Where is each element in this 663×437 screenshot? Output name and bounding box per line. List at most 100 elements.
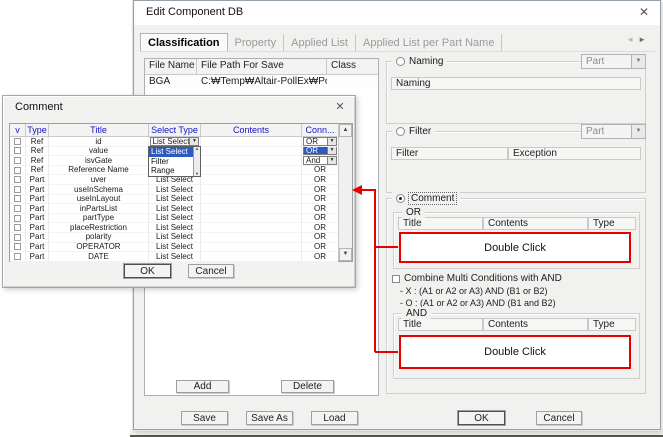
scroll-up-icon[interactable]: ▲ — [339, 124, 352, 137]
vertical-scrollbar[interactable]: ▲ ▼ — [338, 124, 352, 261]
title-bar[interactable]: Edit Component DB ✕ — [134, 1, 660, 25]
col-type[interactable]: Type — [26, 124, 49, 137]
conn-combo[interactable]: OR▼ — [303, 147, 337, 156]
col-file-path[interactable]: File Path For Save — [197, 59, 327, 74]
filter-radio[interactable] — [396, 127, 405, 136]
row-checkbox[interactable] — [14, 138, 21, 145]
dropdown-option[interactable]: Filter — [149, 157, 193, 167]
comment-radio[interactable] — [396, 194, 405, 203]
row-check-cell — [10, 233, 26, 243]
row-conn-cell: OR — [302, 195, 338, 205]
col-select-type[interactable]: Select Type — [149, 124, 201, 137]
col-class[interactable]: Class — [327, 59, 378, 74]
select-type-combo[interactable]: List Select▼ — [150, 137, 200, 146]
comment-cancel-button[interactable]: Cancel — [188, 264, 234, 278]
exception-list-header[interactable]: Exception — [508, 147, 641, 160]
col-conn[interactable]: Conn... — [302, 124, 338, 137]
filter-label: Filter — [409, 126, 431, 137]
naming-list-header[interactable]: Naming — [391, 77, 641, 90]
naming-scope-combo[interactable]: Part ▼ — [581, 54, 646, 69]
and-double-click-area[interactable]: Double Click — [399, 335, 631, 369]
row-checkbox[interactable] — [14, 224, 21, 231]
tab-classification[interactable]: Classification — [140, 33, 228, 51]
and-col-contents[interactable]: Contents — [483, 318, 588, 331]
row-check-cell — [10, 185, 26, 195]
col-contents[interactable]: Contents — [201, 124, 302, 137]
file-table-row[interactable]: BGA C:₩Temp₩Altair-PollEx₩PollExDFM' — [145, 75, 378, 88]
filter-list-header[interactable]: Filter — [391, 147, 508, 160]
or-double-click-area[interactable]: Double Click — [399, 232, 631, 263]
row-checkbox[interactable] — [14, 147, 21, 154]
comment-table-row[interactable]: PartuseInSchemaList SelectOR — [10, 185, 352, 195]
chevron-down-icon[interactable]: ▼ — [631, 125, 645, 138]
dropdown-scrollbar[interactable]: ▲▼ — [193, 147, 200, 176]
cancel-button[interactable]: Cancel — [536, 411, 582, 425]
close-icon[interactable]: ✕ — [332, 99, 348, 115]
comment-table-row[interactable]: PartDATEList SelectOR — [10, 252, 352, 262]
comment-table-row[interactable]: PartplaceRestrictionList SelectOR — [10, 223, 352, 233]
row-checkbox[interactable] — [14, 234, 21, 241]
and-col-title[interactable]: Title — [398, 318, 483, 331]
chevron-down-icon[interactable]: ▼ — [631, 55, 645, 68]
filter-scope-combo[interactable]: Part ▼ — [581, 124, 646, 139]
tab-scroll-left-icon[interactable]: ◄ — [626, 35, 638, 44]
row-check-cell — [10, 243, 26, 253]
file-path-cell: C:₩Temp₩Altair-PollEx₩PollExDFM' — [197, 75, 327, 88]
dropdown-scroll-down-icon[interactable]: ▼ — [194, 172, 200, 176]
ok-button[interactable]: OK — [458, 411, 505, 425]
row-checkbox[interactable] — [14, 215, 21, 222]
row-checkbox[interactable] — [14, 167, 21, 174]
dropdown-option[interactable]: List Select — [149, 147, 193, 157]
or-col-type[interactable]: Type — [588, 217, 636, 230]
row-checkbox[interactable] — [14, 186, 21, 193]
delete-button[interactable]: Delete — [281, 380, 334, 393]
comment-table-row[interactable]: PartuverList SelectOR — [10, 175, 352, 185]
row-checkbox[interactable] — [14, 195, 21, 202]
conn-combo-value: And — [304, 157, 327, 164]
row-conn-cell: OR — [302, 214, 338, 224]
conn-combo[interactable]: OR▼ — [303, 137, 337, 146]
tab-property[interactable]: Property — [228, 34, 285, 51]
tab-applied-list[interactable]: Applied List — [284, 34, 356, 51]
col-check[interactable]: v — [10, 124, 26, 137]
save-as-button[interactable]: Save As — [246, 411, 293, 425]
col-title[interactable]: Title — [49, 124, 149, 137]
row-type-cell: Part — [26, 185, 49, 195]
comment-table-row[interactable]: PartinPartsListList SelectOR — [10, 204, 352, 214]
row-checkbox[interactable] — [14, 176, 21, 183]
row-checkbox[interactable] — [14, 253, 21, 260]
scroll-down-icon[interactable]: ▼ — [339, 248, 352, 261]
dropdown-option[interactable]: Range — [149, 166, 193, 176]
row-type-cell: Ref — [26, 166, 49, 176]
chevron-down-icon[interactable]: ▼ — [327, 157, 336, 164]
row-contents-cell — [201, 195, 302, 205]
chevron-down-icon[interactable]: ▼ — [189, 138, 198, 145]
file-table-header: File Name File Path For Save Class — [145, 59, 378, 75]
comment-table-row[interactable]: PartuseInLayoutList SelectOR — [10, 195, 352, 205]
chevron-down-icon[interactable]: ▼ — [327, 138, 336, 145]
conn-combo[interactable]: And▼ — [303, 156, 337, 165]
row-checkbox[interactable] — [14, 243, 21, 250]
or-col-contents[interactable]: Contents — [483, 217, 588, 230]
dropdown-scroll-up-icon[interactable]: ▲ — [194, 147, 200, 151]
comment-table-row[interactable]: PartOPERATORList SelectOR — [10, 243, 352, 253]
tab-scroll-right-icon[interactable]: ► — [638, 35, 650, 44]
tab-applied-list-per-part-name[interactable]: Applied List per Part Name — [356, 34, 502, 51]
comment-table-row[interactable]: PartpolarityList SelectOR — [10, 233, 352, 243]
row-type-cell: Part — [26, 175, 49, 185]
combine-checkbox[interactable] — [392, 275, 400, 283]
add-button[interactable]: Add — [176, 380, 229, 393]
chevron-down-icon[interactable]: ▼ — [327, 147, 336, 154]
comment-table-row[interactable]: PartpartTypeList SelectOR — [10, 214, 352, 224]
save-button[interactable]: Save — [181, 411, 228, 425]
row-checkbox[interactable] — [14, 157, 21, 164]
row-contents-cell — [201, 223, 302, 233]
and-col-type[interactable]: Type — [588, 318, 636, 331]
comment-ok-button[interactable]: OK — [124, 264, 171, 278]
close-icon[interactable]: ✕ — [636, 4, 652, 20]
col-file-name[interactable]: File Name — [145, 59, 197, 74]
load-button[interactable]: Load — [311, 411, 358, 425]
or-col-title[interactable]: Title — [398, 217, 483, 230]
naming-radio[interactable] — [396, 57, 405, 66]
row-checkbox[interactable] — [14, 205, 21, 212]
